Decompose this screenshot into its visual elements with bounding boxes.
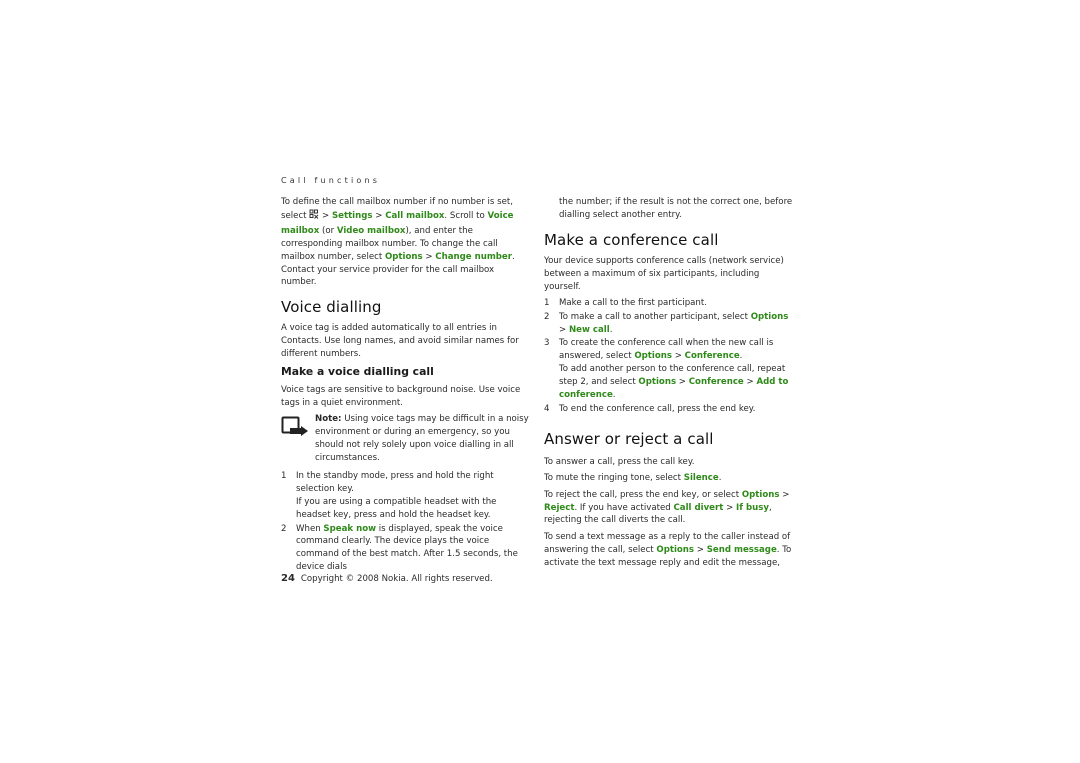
- left-column: To define the call mailbox number if no …: [281, 196, 531, 575]
- menu-options: Options: [741, 489, 780, 500]
- step-item: 3 To create the conference call when the…: [544, 338, 789, 401]
- note-label: Note:: [315, 414, 342, 425]
- menu-change-number: Change number: [435, 251, 513, 262]
- heading-voice-dialling: Voice dialling: [281, 298, 382, 317]
- menu-video-mailbox: Video mailbox: [336, 225, 406, 236]
- running-header: Call functions: [281, 176, 381, 185]
- page-footer: 24 Copyright © 2008 Nokia. All rights res…: [281, 572, 493, 586]
- voice-tags-paragraph: Voice tags are sensitive to background n…: [281, 384, 521, 408]
- menu-if-busy: If busy: [736, 502, 769, 513]
- answer-paragraph: To answer a call, press the call key.: [544, 456, 695, 467]
- voice-dialling-body: A voice tag is added automatically to al…: [281, 323, 519, 360]
- menu-key-icon: [309, 209, 319, 225]
- menu-call-mailbox: Call mailbox: [385, 210, 445, 221]
- menu-options: Options: [384, 251, 423, 262]
- menu-reject: Reject: [544, 502, 575, 513]
- step-item: 1 Make a call to the first participant.: [544, 298, 707, 309]
- page-number: 24: [281, 573, 295, 584]
- note-hand-icon: [281, 413, 315, 465]
- menu-new-call: New call: [568, 324, 610, 335]
- menu-conference: Conference: [688, 377, 744, 388]
- mailbox-intro-paragraph: To define the call mailbox number if no …: [281, 197, 515, 288]
- menu-options: Options: [638, 377, 677, 388]
- menu-speak-now: Speak now: [323, 523, 377, 534]
- manual-page: Call functions To define the call mailbo…: [0, 0, 1080, 763]
- reject-paragraph: To reject the call, press the end key, o…: [544, 489, 790, 526]
- menu-options: Options: [634, 351, 672, 362]
- menu-options: Options: [656, 544, 695, 555]
- heading-conference-call: Make a conference call: [544, 230, 719, 249]
- note-text: Note: Using voice tags may be difficult …: [315, 414, 529, 464]
- menu-conference: Conference: [684, 351, 740, 362]
- mute-paragraph: To mute the ringing tone, select Silence…: [544, 473, 722, 484]
- step-item: 2 To make a call to another participant,…: [544, 311, 789, 335]
- copyright-text: Copyright © 2008 Nokia. All rights reser…: [300, 574, 493, 584]
- step-item: 1 In the standby mode, press and hold th…: [281, 471, 497, 520]
- conference-steps: 1 Make a call to the first participant. …: [544, 297, 796, 416]
- menu-settings: Settings: [331, 210, 373, 221]
- note-block: Note: Using voice tags may be difficult …: [281, 413, 531, 465]
- menu-send-message: Send message: [706, 544, 777, 555]
- menu-options: Options: [750, 311, 789, 322]
- heading-answer-reject: Answer or reject a call: [544, 429, 714, 448]
- menu-silence: Silence: [683, 473, 719, 484]
- conference-body: Your device supports conference calls (n…: [544, 255, 784, 292]
- voice-dialling-steps: 1 In the standby mode, press and hold th…: [281, 470, 531, 574]
- send-message-paragraph: To send a text message as a reply to the…: [544, 531, 792, 568]
- step-item: 2 When Speak now is displayed, speak the…: [281, 523, 518, 573]
- step-item: 4 To end the conference call, press the …: [544, 403, 756, 414]
- right-column: the number; if the result is not the cor…: [544, 196, 796, 573]
- menu-call-divert: Call divert: [673, 502, 724, 513]
- subheading-make-voice-dialling-call: Make a voice dialling call: [281, 364, 434, 378]
- continuation-paragraph: the number; if the result is not the cor…: [559, 197, 793, 220]
